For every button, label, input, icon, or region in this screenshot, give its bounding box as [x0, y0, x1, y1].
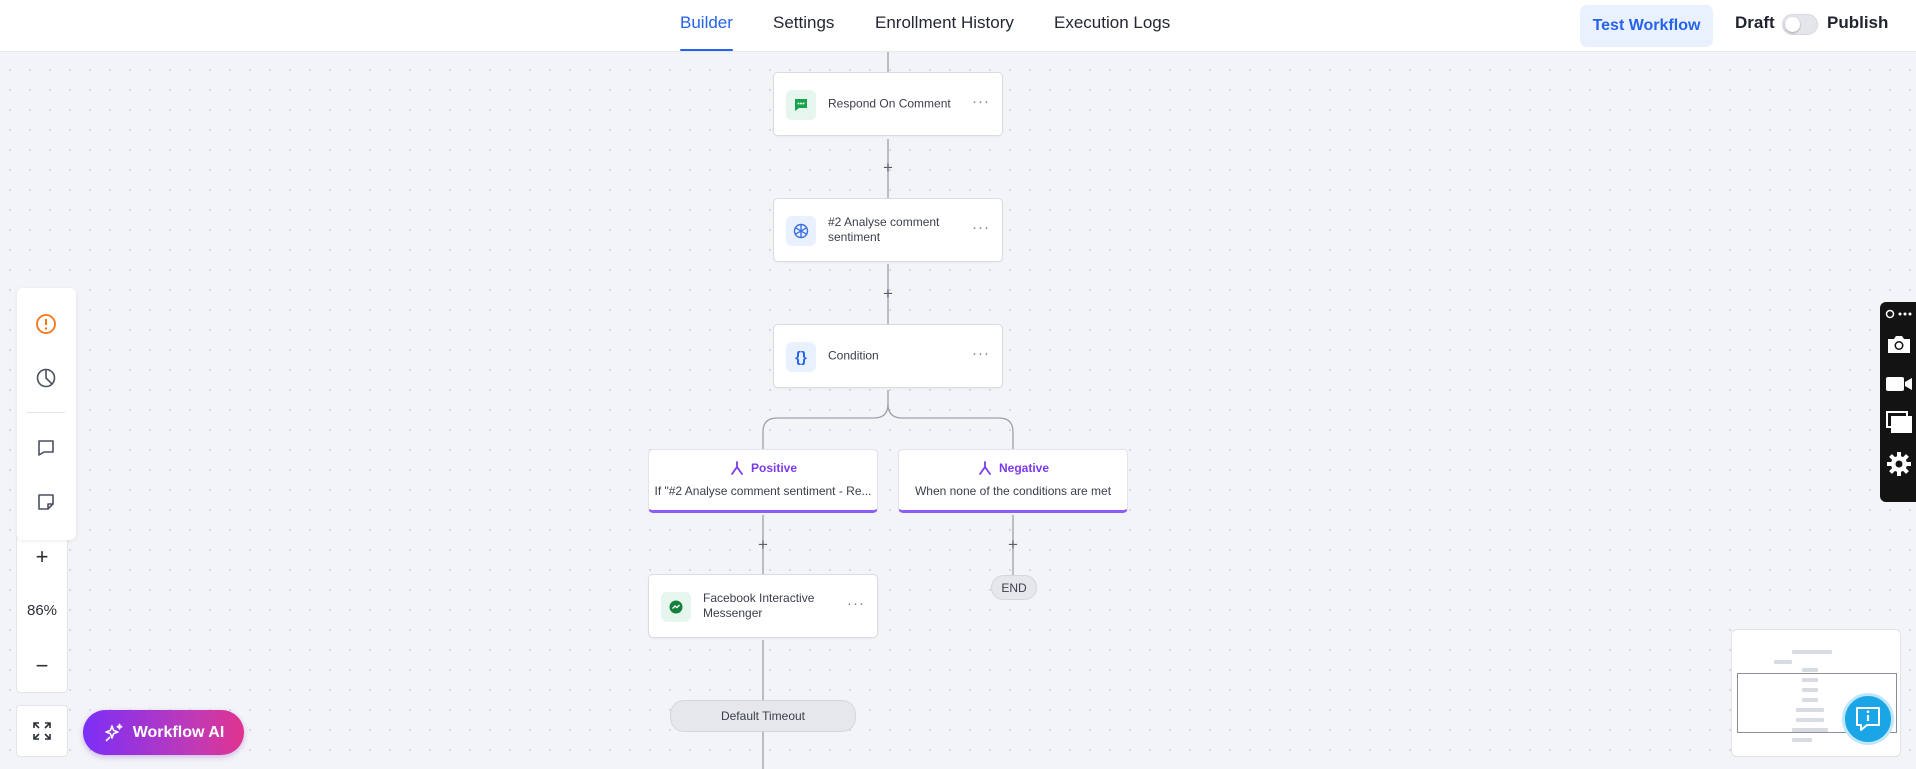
publish-toggle[interactable]	[1782, 14, 1818, 35]
branch-title-text: Negative	[998, 461, 1050, 475]
draft-label: Draft	[1735, 13, 1775, 32]
branch-title-text: Positive	[750, 461, 798, 475]
zoom-controls: + 86% −	[16, 535, 68, 693]
node-label: #2 Analyse comment sentiment	[828, 215, 940, 244]
gear-icon[interactable]	[1884, 450, 1914, 478]
sparkle-icon	[104, 723, 123, 742]
toggle-knob	[1785, 17, 1800, 32]
braces-icon: {}	[786, 342, 816, 372]
zoom-out-button[interactable]: −	[17, 653, 67, 679]
workflow-node-facebook-messenger[interactable]: Facebook Interactive Messenger ···	[648, 574, 878, 638]
workflow-ai-button[interactable]: Workflow AI	[83, 710, 244, 755]
add-step-button[interactable]: +	[758, 535, 768, 555]
more-options-icon[interactable]: ···	[972, 93, 990, 110]
default-timeout-pill[interactable]: Default Timeout	[670, 700, 856, 732]
alert-icon[interactable]	[34, 312, 58, 336]
node-label: Condition	[828, 348, 879, 363]
minimap-node	[1774, 660, 1792, 664]
minimap-node	[1792, 650, 1832, 654]
more-options-icon[interactable]	[1884, 304, 1914, 324]
video-camera-icon[interactable]	[1884, 370, 1914, 398]
expand-icon	[33, 722, 51, 740]
branch-negative[interactable]: Negative When none of the conditions are…	[898, 449, 1128, 513]
workflow-node-analyse-sentiment[interactable]: #2 Analyse comment sentiment ···	[773, 198, 1003, 262]
info-chat-icon	[1856, 707, 1880, 731]
help-chat-button[interactable]	[1842, 693, 1894, 745]
more-options-icon[interactable]: ···	[972, 345, 990, 362]
openai-icon	[786, 216, 816, 246]
minimap-node	[1792, 738, 1812, 742]
workflow-node-respond-on-comment[interactable]: Respond On Comment ···	[773, 72, 1003, 136]
branch-condition: When none of the conditions are met	[914, 484, 1112, 498]
zoom-in-button[interactable]: +	[17, 544, 67, 570]
add-step-button[interactable]: +	[883, 158, 893, 178]
fit-view-button[interactable]	[16, 705, 68, 757]
side-tools-panel	[17, 288, 76, 540]
workflow-node-condition[interactable]: {} Condition ···	[773, 324, 1003, 388]
end-pill: END	[991, 575, 1037, 600]
tab-settings[interactable]: Settings	[773, 13, 834, 33]
branch-condition: If "#2 Analyse comment sentiment - Re...	[654, 484, 872, 498]
camera-icon[interactable]	[1884, 330, 1914, 358]
node-label: Facebook Interactive Messenger	[703, 591, 815, 620]
branch-icon	[731, 461, 743, 475]
top-navigation-bar: Builder Settings Enrollment History Exec…	[0, 0, 1916, 52]
pie-chart-icon[interactable]	[34, 366, 58, 390]
comment-icon[interactable]	[34, 436, 58, 460]
test-workflow-button[interactable]: Test Workflow	[1580, 5, 1713, 47]
tab-enrollment-history[interactable]: Enrollment History	[875, 13, 1014, 33]
node-label: Respond On Comment	[828, 96, 951, 111]
add-step-button[interactable]: +	[1008, 535, 1018, 555]
add-step-button[interactable]: +	[883, 284, 893, 304]
branch-title: Positive	[649, 460, 877, 476]
minimap-node	[1802, 668, 1818, 672]
windows-icon[interactable]	[1884, 408, 1914, 436]
branch-icon	[979, 461, 991, 475]
more-options-icon[interactable]: ···	[847, 595, 865, 612]
sticky-note-icon[interactable]	[34, 490, 58, 514]
zoom-level: 86%	[26, 602, 58, 619]
publish-label: Publish	[1827, 13, 1889, 32]
tab-builder[interactable]: Builder	[680, 13, 733, 51]
divider	[27, 412, 65, 413]
branch-title: Negative	[899, 460, 1127, 476]
tab-execution-logs[interactable]: Execution Logs	[1054, 13, 1170, 33]
screen-recorder-toolbar	[1880, 302, 1916, 502]
workflow-ai-label: Workflow AI	[132, 723, 225, 741]
more-options-icon[interactable]: ···	[972, 219, 990, 236]
message-icon	[786, 90, 816, 120]
messenger-icon	[661, 592, 691, 622]
branch-positive[interactable]: Positive If "#2 Analyse comment sentimen…	[648, 449, 878, 513]
